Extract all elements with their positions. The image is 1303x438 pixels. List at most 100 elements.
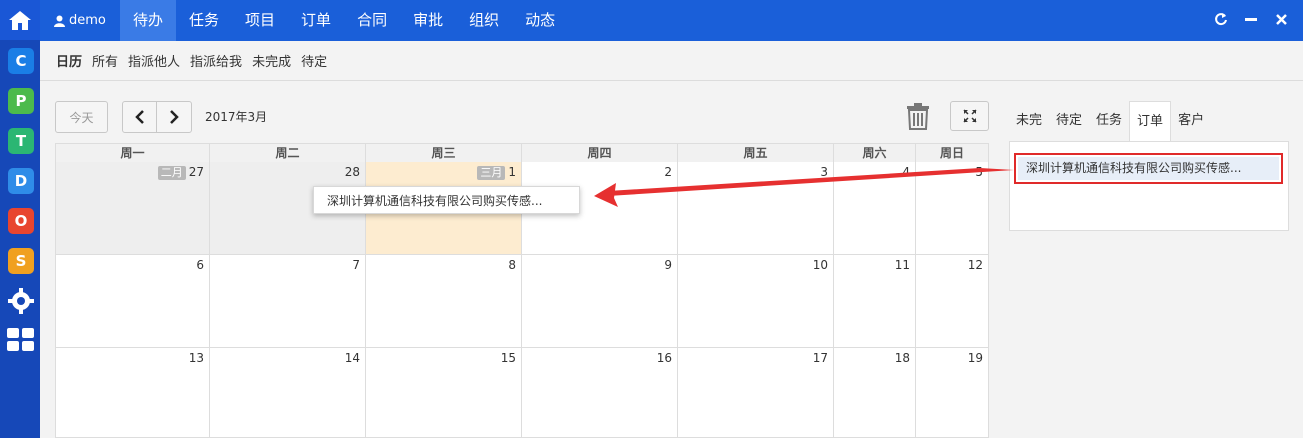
app-d-icon[interactable]: D	[8, 168, 34, 194]
calendar-day-cell[interactable]: 6	[55, 255, 210, 348]
calendar-day-cell[interactable]: 15	[366, 348, 522, 438]
sub-nav-item[interactable]: 日历	[56, 51, 82, 70]
right-panel-tab[interactable]: 客户	[1171, 101, 1211, 141]
user-icon	[54, 15, 65, 27]
calendar-day-cell[interactable]: 9	[522, 255, 678, 348]
event-popup[interactable]: 深圳计算机通信科技有限公司购买传感...	[313, 186, 580, 214]
weekday-header: 周五	[678, 143, 834, 162]
today-button-label: 今天	[69, 110, 94, 125]
calendar-day-cell[interactable]: 5	[916, 162, 989, 255]
calendar-day-cell[interactable]: 8	[366, 255, 522, 348]
day-number: 9	[664, 258, 672, 272]
next-month-button[interactable]	[156, 101, 192, 133]
app-o-icon[interactable]: O	[8, 208, 34, 234]
user-name: demo	[69, 13, 106, 28]
day-number: 4	[902, 165, 910, 179]
day-number-text: 10	[812, 258, 828, 272]
trash-icon[interactable]	[906, 102, 932, 132]
day-number: 12	[968, 258, 983, 272]
app-c-icon[interactable]: C	[8, 48, 34, 74]
top-nav-item[interactable]: 组织	[456, 0, 512, 41]
top-nav-item[interactable]: 任务	[176, 0, 232, 41]
chevron-right-icon	[170, 110, 179, 124]
app-s-icon[interactable]: S	[8, 248, 34, 274]
right-panel-tabs: 未完 待定 任务 订单 客户	[1009, 101, 1211, 141]
app-sidebar: CPTDOS	[0, 0, 40, 438]
settings-gear-icon[interactable]	[8, 288, 34, 314]
sub-nav-item[interactable]: 未完成	[252, 51, 291, 70]
sub-toolbar: 日历 所有 指派他人 指派给我 未完成 待定	[40, 41, 1303, 81]
calendar-day-cell[interactable]: 二月 27	[55, 162, 210, 255]
calendar-day-cell[interactable]: 18	[834, 348, 916, 438]
app-t-icon[interactable]: T	[8, 128, 34, 154]
expand-icon	[962, 109, 977, 123]
calendar-day-cell[interactable]: 4	[834, 162, 916, 255]
weekday-header: 周一	[55, 143, 210, 162]
day-number-text: 6	[196, 258, 204, 272]
sub-nav-menu: 日历 所有 指派他人 指派给我 未完成 待定	[56, 41, 327, 80]
fullscreen-button[interactable]	[950, 101, 989, 131]
sub-nav-item[interactable]: 所有	[92, 51, 118, 70]
today-button[interactable]: 今天	[55, 101, 108, 133]
calendar-day-cell[interactable]: 13	[55, 348, 210, 438]
month-badge: 三月	[477, 166, 506, 180]
order-list-item[interactable]: 深圳计算机通信科技有限公司购买传感...	[1014, 153, 1283, 184]
top-nav-item[interactable]: 动态	[512, 0, 568, 41]
sub-nav-item[interactable]: 待定	[301, 51, 327, 70]
day-number-text: 9	[664, 258, 672, 272]
top-nav-item[interactable]: 审批	[400, 0, 456, 41]
calendar-day-cell[interactable]: 10	[678, 255, 834, 348]
user-menu[interactable]: demo	[54, 0, 106, 41]
calendar-day-cell[interactable]: 14	[210, 348, 366, 438]
refresh-icon[interactable]	[1213, 12, 1229, 30]
day-number: 13	[189, 351, 204, 365]
calendar-day-cell[interactable]: 19	[916, 348, 989, 438]
day-number: 11	[895, 258, 910, 272]
calendar-weekday-header: 周一 周二 周三 周四 周五 周六 周日	[55, 143, 989, 162]
top-nav-item[interactable]: 待办	[120, 0, 177, 41]
day-number-text: 17	[812, 351, 828, 365]
day-number-text: 15	[500, 351, 516, 365]
day-number-text: 11	[894, 258, 910, 272]
right-panel-tab[interactable]: 待定	[1049, 101, 1089, 141]
calendar-day-cell[interactable]: 11	[834, 255, 916, 348]
top-nav-menu: 待办 任务 项目 订单 合同 审批 组织 动态	[120, 0, 568, 41]
close-icon[interactable]	[1273, 13, 1289, 29]
day-number: 8	[508, 258, 516, 272]
top-nav-item[interactable]: 合同	[344, 0, 400, 41]
day-number-text: 13	[188, 351, 204, 365]
day-number: 7	[352, 258, 360, 272]
calendar-day-cell[interactable]: 17	[678, 348, 834, 438]
day-number-text: 5	[975, 165, 983, 179]
day-number-text: 4	[902, 165, 910, 179]
calendar-day-cell[interactable]: 7	[210, 255, 366, 348]
right-panel-tab[interactable]: 订单	[1129, 101, 1172, 141]
right-panel-tab[interactable]: 未完	[1009, 101, 1049, 141]
prev-month-button[interactable]	[122, 101, 158, 133]
calendar-day-cell[interactable]: 16	[522, 348, 678, 438]
day-number: 二月 27	[157, 165, 204, 180]
day-number-text: 8	[508, 258, 516, 272]
day-number: 19	[968, 351, 983, 365]
weekday-header: 周二	[210, 143, 366, 162]
app-p-icon[interactable]: P	[8, 88, 34, 114]
sub-nav-item[interactable]: 指派给我	[190, 51, 242, 70]
day-number-text: 27	[188, 165, 204, 179]
day-number-text: 28	[344, 165, 360, 179]
home-icon[interactable]	[0, 0, 40, 40]
top-nav-item[interactable]: 项目	[232, 0, 288, 41]
right-panel-tab[interactable]: 任务	[1089, 101, 1129, 141]
calendar-day-cell[interactable]: 12	[916, 255, 989, 348]
day-number: 10	[813, 258, 828, 272]
day-number-text: 3	[820, 165, 828, 179]
weekday-header: 周四	[522, 143, 678, 162]
grid-apps-icon[interactable]	[7, 328, 35, 352]
order-item-label: 深圳计算机通信科技有限公司购买传感...	[1018, 157, 1279, 180]
sub-nav-item[interactable]: 指派他人	[128, 51, 180, 70]
day-number: 15	[501, 351, 516, 365]
calendar-day-cell[interactable]: 3	[678, 162, 834, 255]
top-nav-item[interactable]: 订单	[288, 0, 344, 41]
day-number: 3	[820, 165, 828, 179]
chevron-left-icon	[135, 110, 144, 124]
minimize-icon[interactable]	[1243, 13, 1259, 29]
